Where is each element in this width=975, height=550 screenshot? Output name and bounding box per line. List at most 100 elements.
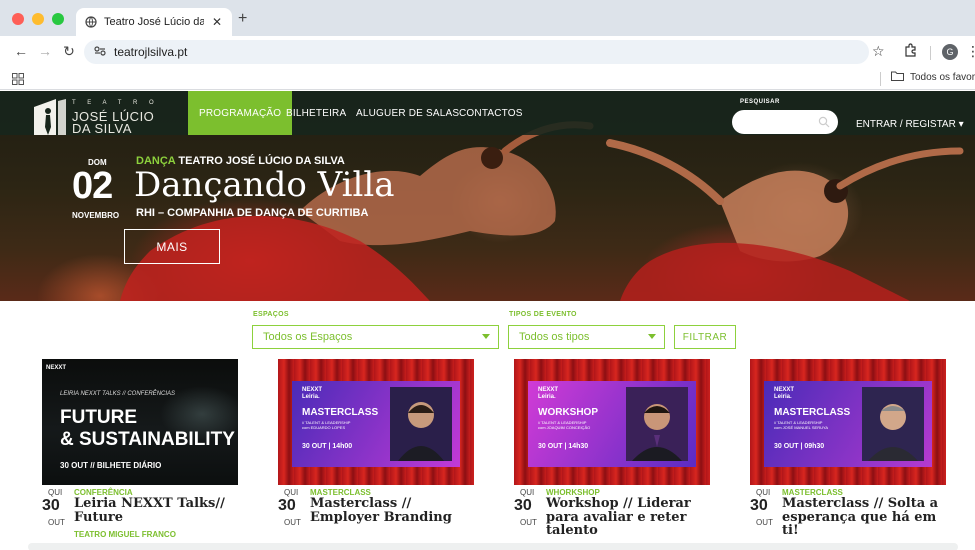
nav-bilheteira[interactable]: BILHETEIRA: [286, 91, 346, 135]
event-poster: NEXXT Leiria. MASTERCLASS // TALENT & LEA…: [764, 381, 932, 467]
back-icon[interactable]: ←: [12, 42, 30, 60]
site-info-icon[interactable]: [94, 43, 106, 61]
event-image[interactable]: NEXXT Leiria. MASTERCLASS // TALENT & LEA…: [278, 359, 474, 485]
url-text: teatrojlsilva.pt: [114, 45, 188, 59]
poster-brand-name: NEXXT: [302, 387, 323, 393]
event-day: 30: [42, 497, 60, 514]
event-title[interactable]: Workshop // Liderar para avaliar e reter…: [546, 497, 716, 538]
event-title[interactable]: Masterclass // Solta a esperança que há …: [782, 497, 952, 538]
bookmarks-bar: Todos os favoritos: [0, 68, 975, 90]
new-tab-button[interactable]: +: [238, 10, 247, 28]
search-input[interactable]: [732, 110, 838, 134]
event-month: OUT: [756, 518, 773, 527]
apps-icon[interactable]: [12, 72, 26, 86]
filter-button[interactable]: FILTRAR: [674, 325, 736, 349]
poster-detail-2: com JOSÉ MANUEL SERUYA: [774, 425, 829, 431]
event-types-select[interactable]: Todos os tipos: [508, 325, 665, 349]
event-title[interactable]: Leiria NEXXT Talks// Future: [74, 497, 244, 524]
minimize-window-button[interactable]: [32, 13, 44, 25]
extensions-icon[interactable]: [904, 43, 918, 60]
poster-kind: MASTERCLASS: [302, 407, 379, 418]
poster-line-1: FUTURE: [60, 407, 138, 428]
event-day: 30: [750, 497, 768, 514]
nav-aluguer-de-salas[interactable]: ALUGUER DE SALAS: [356, 91, 459, 135]
poster-brand: NEXXT: [46, 365, 67, 371]
reload-icon[interactable]: ↻: [60, 42, 78, 60]
hero-day-number: 02: [72, 165, 113, 207]
poster-brand: NEXXT Leiria.: [774, 387, 794, 400]
spaces-select-value: Todos os Espaços: [263, 331, 353, 343]
site-logo[interactable]: T E A T R O JOSÉ LÚCIO DA SILVA: [34, 97, 184, 136]
poster-tagline: LEIRIA NEXXT TALKS // CONFERÊNCIAS: [60, 391, 176, 397]
event-day: 30: [278, 497, 296, 514]
speaker-photo: [862, 387, 924, 461]
poster-kind: MASTERCLASS: [774, 407, 851, 418]
browser-tab[interactable]: Teatro José Lúcio da Silva – ✕: [76, 8, 232, 36]
event-image[interactable]: NEXXT Leiria. WORKSHOP // TALENT & LEADER…: [514, 359, 710, 485]
poster-line-2: & SUSTAINABILITY: [60, 429, 235, 450]
poster-brand: NEXXT Leiria.: [302, 387, 322, 400]
poster-brand-name: NEXXT: [774, 387, 795, 393]
globe-icon: [84, 15, 98, 29]
event-venue: TEATRO MIGUEL FRANCO: [74, 530, 176, 539]
event-image[interactable]: NEXXT LEIRIA NEXXT TALKS // CONFERÊNCIAS…: [42, 359, 238, 485]
logo-small-text: T E A T R O: [72, 100, 159, 106]
poster-brand-name: NEXXT: [538, 387, 559, 393]
bookmarks-folder-label: Todos os favoritos: [910, 72, 975, 83]
spaces-select[interactable]: Todos os Espaços: [252, 325, 499, 349]
poster-kind: WORKSHOP: [538, 407, 598, 418]
poster-brand-city: Leiria.: [302, 393, 320, 400]
window-controls: [12, 13, 64, 25]
forward-icon[interactable]: →: [36, 42, 54, 60]
event-day-of-week: QUI: [520, 488, 535, 497]
browser-toolbar: ← → ↻ teatrojlsilva.pt ☆ G ⋮: [0, 36, 975, 68]
poster-details: // TALENT & LEADERSHIP com JOAQUIM CONCEI…: [538, 420, 590, 430]
site-navbar: T E A T R O JOSÉ LÚCIO DA SILVA PROGRAMA…: [0, 91, 975, 136]
address-bar[interactable]: teatrojlsilva.pt: [84, 40, 869, 64]
event-title[interactable]: Masterclass // Employer Branding: [310, 497, 480, 524]
close-window-button[interactable]: [12, 13, 24, 25]
hero-company: RHI – COMPANHIA DE DANÇA DE CURITIBA: [136, 207, 369, 219]
bottom-scroll-strip: [28, 543, 958, 550]
poster-date: 30 OUT | 14h30: [538, 443, 589, 450]
poster-details: // TALENT & LEADERSHIP com EDUARDO LOPES: [302, 420, 350, 430]
poster-brand-city: Leiria.: [774, 393, 792, 400]
poster-brand-city: Leiria.: [538, 393, 556, 400]
chevron-down-icon: [648, 334, 656, 339]
event-month: OUT: [520, 518, 537, 527]
poster-detail-2: com EDUARDO LOPES: [302, 425, 346, 431]
event-poster: NEXXT Leiria. WORKSHOP // TALENT & LEADER…: [528, 381, 696, 467]
event-poster: NEXXT Leiria. MASTERCLASS // TALENT & LEA…: [292, 381, 460, 467]
profile-initial: G: [942, 44, 958, 60]
search-icon[interactable]: [818, 116, 830, 128]
hero-more-button[interactable]: MAIS: [124, 229, 220, 264]
hero-month: NOVEMBRO: [72, 211, 120, 220]
maximize-window-button[interactable]: [52, 13, 64, 25]
logo-mark-icon: [34, 99, 66, 135]
speaker-photo: [390, 387, 452, 461]
event-types-label: TIPOS DE EVENTO: [509, 311, 577, 318]
star-icon[interactable]: ☆: [872, 43, 885, 60]
event-month: OUT: [284, 518, 301, 527]
login-register-link[interactable]: ENTRAR / REGISTAR ▾: [856, 119, 964, 130]
poster-details: // TALENT & LEADERSHIP com JOSÉ MANUEL SE…: [774, 420, 828, 430]
event-day-of-week: QUI: [756, 488, 771, 497]
folder-icon: [891, 71, 904, 84]
nav-contactos[interactable]: CONTACTOS: [459, 91, 523, 135]
event-image[interactable]: NEXXT Leiria. MASTERCLASS // TALENT & LEA…: [750, 359, 946, 485]
menu-icon[interactable]: ⋮: [966, 43, 975, 60]
search-label: PESQUISAR: [740, 99, 780, 105]
toolbar-divider: [930, 46, 931, 60]
poster-date: 30 OUT | 09h30: [774, 443, 825, 450]
poster-date: 30 OUT // BILHETE DIÁRIO: [60, 461, 162, 470]
hero-title[interactable]: Dançando Villa: [134, 166, 395, 204]
bookmarks-folder[interactable]: Todos os favoritos: [891, 71, 975, 84]
nav-programacao[interactable]: PROGRAMAÇÃO: [188, 91, 293, 135]
event-day-of-week: QUI: [48, 488, 63, 497]
profile-avatar[interactable]: G: [942, 44, 958, 60]
event-types-select-value: Todos os tipos: [519, 331, 590, 343]
website: T E A T R O JOSÉ LÚCIO DA SILVA PROGRAMA…: [0, 91, 975, 550]
poster-brand: NEXXT Leiria.: [538, 387, 558, 400]
event-month: OUT: [48, 518, 65, 527]
close-tab-icon[interactable]: ✕: [210, 15, 224, 29]
